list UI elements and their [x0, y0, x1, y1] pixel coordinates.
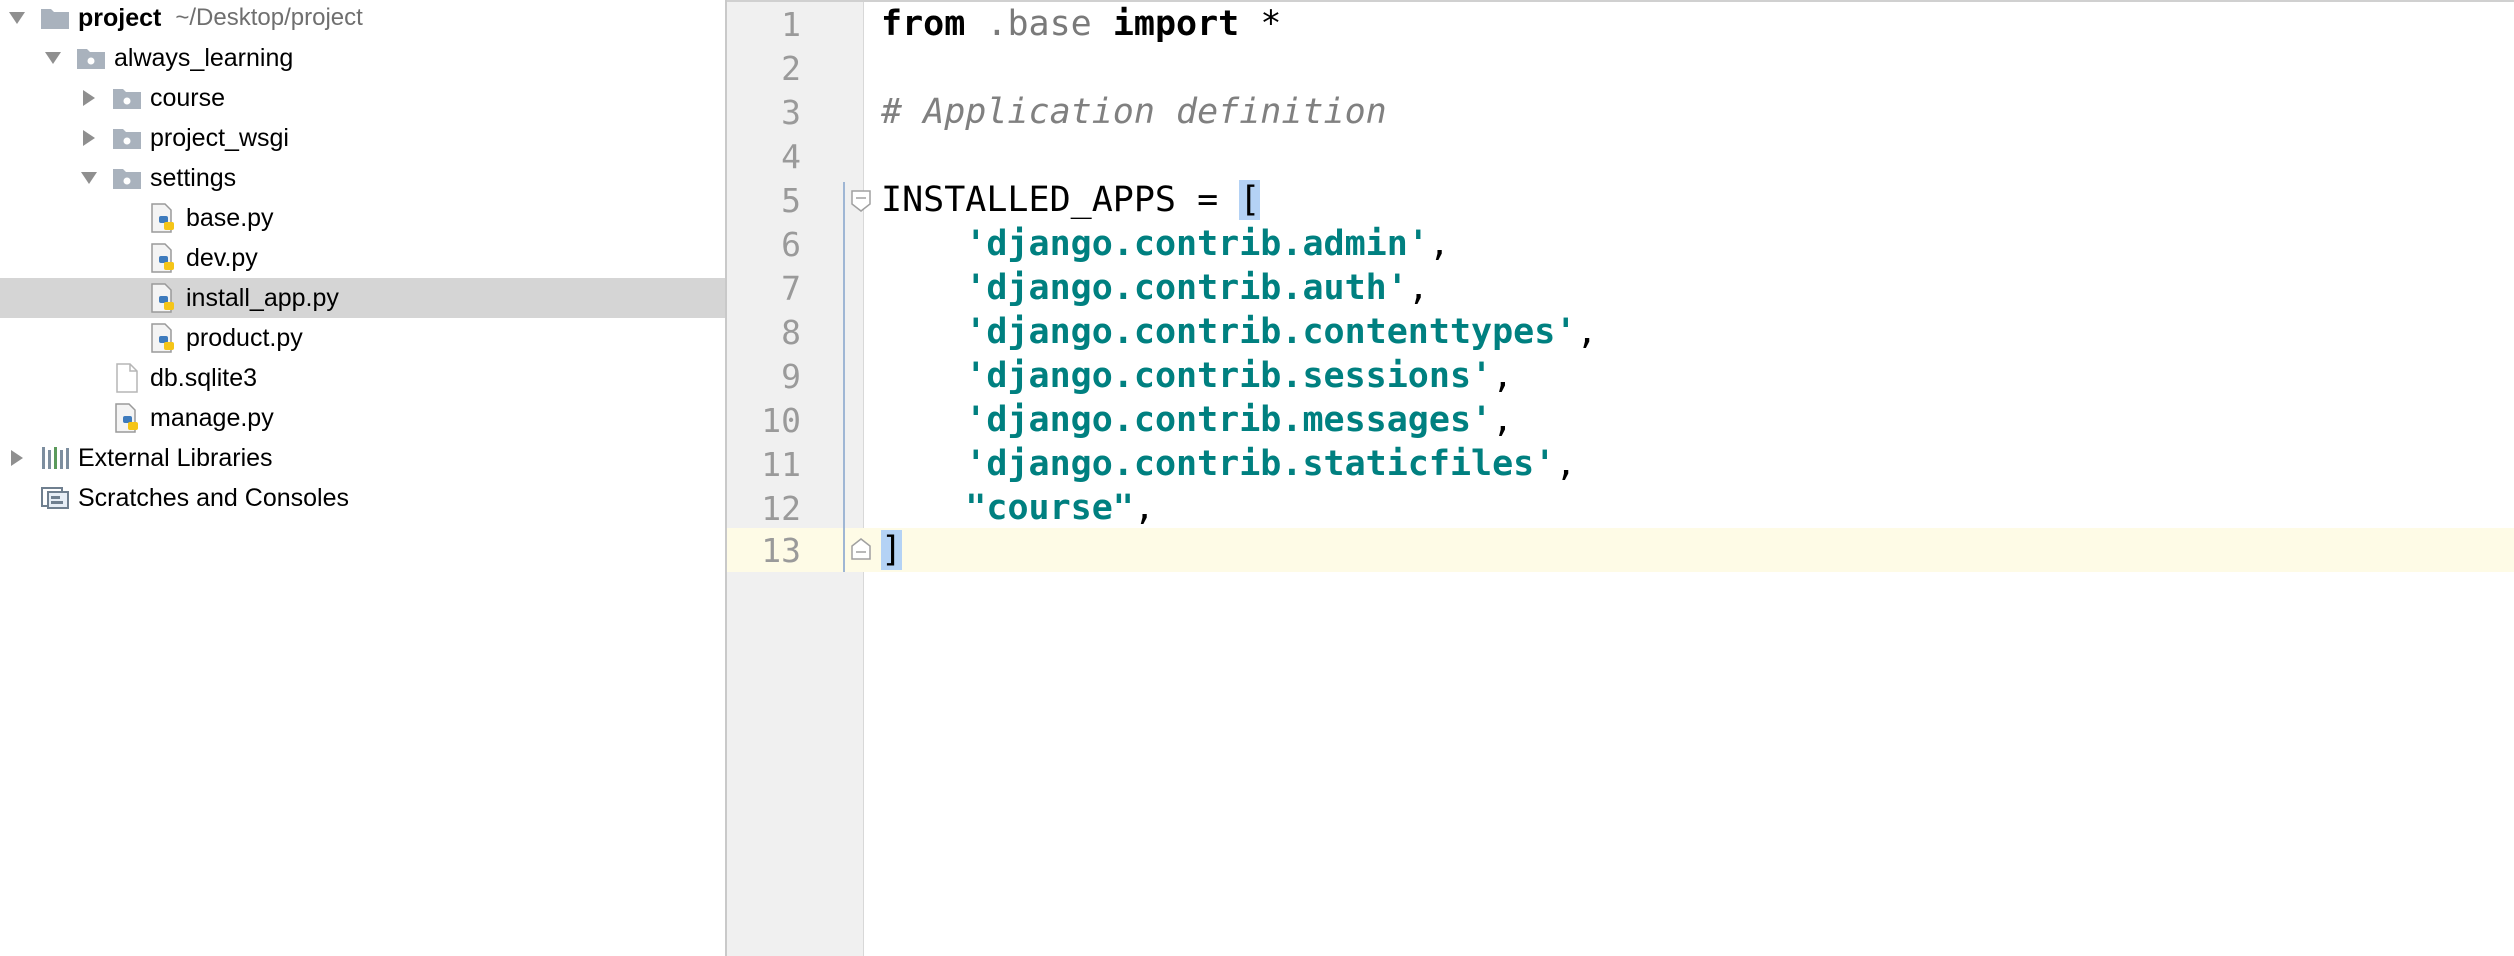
- tree-item-project-wsgi[interactable]: project_wsgi: [0, 118, 725, 158]
- code-text: 'django.contrib.auth',: [965, 268, 1429, 308]
- tree-item-dev-py[interactable]: dev.py: [0, 238, 725, 278]
- tree-item-label: always_learning: [114, 43, 294, 72]
- line-number: 8: [781, 312, 801, 352]
- tree-item-label: install_app.py: [186, 283, 339, 312]
- folder-icon: [112, 164, 142, 192]
- code-line-10[interactable]: 10 'django.contrib.messages',: [727, 398, 2514, 442]
- tree-item-install-app-py[interactable]: install_app.py: [0, 278, 725, 318]
- code-line-12[interactable]: 12 "course",: [727, 486, 2514, 530]
- python-file-icon: [148, 243, 178, 273]
- code-line-5[interactable]: 5 INSTALLED_APPS = [: [727, 178, 2514, 222]
- tree-item-label: db.sqlite3: [150, 363, 258, 392]
- line-number: 13: [761, 530, 801, 570]
- tree-item-label: product.py: [186, 323, 303, 352]
- tree-item-external-libraries[interactable]: External Libraries: [0, 438, 725, 478]
- fold-end-icon[interactable]: [851, 538, 871, 560]
- libraries-icon: [40, 444, 70, 472]
- ide-window: project ~/Desktop/project always_learnin…: [0, 0, 2514, 956]
- code-line-13[interactable]: 13 ]: [727, 528, 2514, 572]
- tree-item-label: course: [150, 83, 226, 112]
- code-text: from .base import *: [881, 4, 1282, 44]
- code-text: 'django.contrib.messages',: [965, 400, 1514, 440]
- code-line-2[interactable]: 2: [727, 46, 2514, 90]
- line-number: 1: [781, 4, 801, 44]
- tree-item-label: project_wsgi: [150, 123, 289, 152]
- tree-item-db-sqlite3[interactable]: db.sqlite3: [0, 358, 725, 398]
- tree-item-label: base.py: [186, 203, 274, 232]
- code-text: INSTALLED_APPS = [: [881, 180, 1261, 220]
- line-number: 12: [761, 488, 801, 528]
- code-line-4[interactable]: 4: [727, 134, 2514, 178]
- code-text: 'django.contrib.staticfiles',: [965, 444, 1577, 484]
- project-tree-panel: project ~/Desktop/project always_learnin…: [0, 0, 727, 956]
- line-number: 3: [781, 92, 801, 132]
- code-comment: # Application definition: [881, 92, 1387, 132]
- tree-item-scratches-consoles[interactable]: Scratches and Consoles: [0, 478, 725, 518]
- matched-bracket: ]: [881, 530, 903, 570]
- code-line-9[interactable]: 9 'django.contrib.sessions',: [727, 354, 2514, 398]
- triangle-right-icon[interactable]: [6, 447, 28, 469]
- python-file-icon: [148, 323, 178, 353]
- line-number: 5: [781, 180, 801, 220]
- tree-item-label: manage.py: [150, 403, 274, 432]
- code-line-3[interactable]: 3 # Application definition: [727, 90, 2514, 134]
- tree-item-project-root[interactable]: project ~/Desktop/project: [0, 0, 725, 38]
- tree-item-base-py[interactable]: base.py: [0, 198, 725, 238]
- folder-icon: [112, 124, 142, 152]
- line-number: 2: [781, 48, 801, 88]
- code-text: ]: [881, 530, 903, 570]
- tree-item-label: Scratches and Consoles: [78, 483, 349, 512]
- project-root-label: project: [78, 3, 162, 32]
- code-line-1[interactable]: 1 from .base import *: [727, 2, 2514, 46]
- scratches-icon: [40, 484, 70, 512]
- tree-item-product-py[interactable]: product.py: [0, 318, 725, 358]
- tree-item-manage-py[interactable]: manage.py: [0, 398, 725, 438]
- python-file-icon: [112, 403, 142, 433]
- folder-icon: [40, 4, 70, 32]
- triangle-right-icon[interactable]: [78, 127, 100, 149]
- tree-item-label: External Libraries: [78, 443, 273, 472]
- tree-item-label: settings: [150, 163, 237, 192]
- line-number: 4: [781, 136, 801, 176]
- python-file-icon: [148, 283, 178, 313]
- code-line-8[interactable]: 8 'django.contrib.contenttypes',: [727, 310, 2514, 354]
- code-text: 'django.contrib.contenttypes',: [965, 312, 1598, 352]
- folder-icon: [112, 84, 142, 112]
- code-editor[interactable]: 13 ] 1 from .base import * 2 3 # Applica…: [727, 0, 2514, 956]
- tree-item-settings[interactable]: settings: [0, 158, 725, 198]
- triangle-down-icon[interactable]: [42, 47, 64, 69]
- python-file-icon: [148, 203, 178, 233]
- triangle-down-icon[interactable]: [6, 7, 28, 29]
- code-line-11[interactable]: 11 'django.contrib.staticfiles',: [727, 442, 2514, 486]
- file-icon: [112, 363, 142, 393]
- matched-bracket: [: [1239, 180, 1261, 220]
- project-root-path: ~/Desktop/project: [175, 4, 363, 31]
- code-line-6[interactable]: 6 'django.contrib.admin',: [727, 222, 2514, 266]
- code-text: 'django.contrib.admin',: [965, 224, 1450, 264]
- triangle-right-icon[interactable]: [78, 87, 100, 109]
- line-number: 6: [781, 224, 801, 264]
- code-line-7[interactable]: 7 'django.contrib.auth',: [727, 266, 2514, 310]
- code-text: "course",: [965, 488, 1155, 528]
- line-number: 11: [761, 444, 801, 484]
- triangle-down-icon[interactable]: [78, 167, 100, 189]
- line-number: 7: [781, 268, 801, 308]
- folder-icon: [76, 44, 106, 72]
- tree-item-course[interactable]: course: [0, 78, 725, 118]
- line-number: 9: [781, 356, 801, 396]
- code-text: 'django.contrib.sessions',: [965, 356, 1514, 396]
- line-number: 10: [761, 400, 801, 440]
- tree-item-label: dev.py: [186, 243, 258, 272]
- tree-item-always-learning[interactable]: always_learning: [0, 38, 725, 78]
